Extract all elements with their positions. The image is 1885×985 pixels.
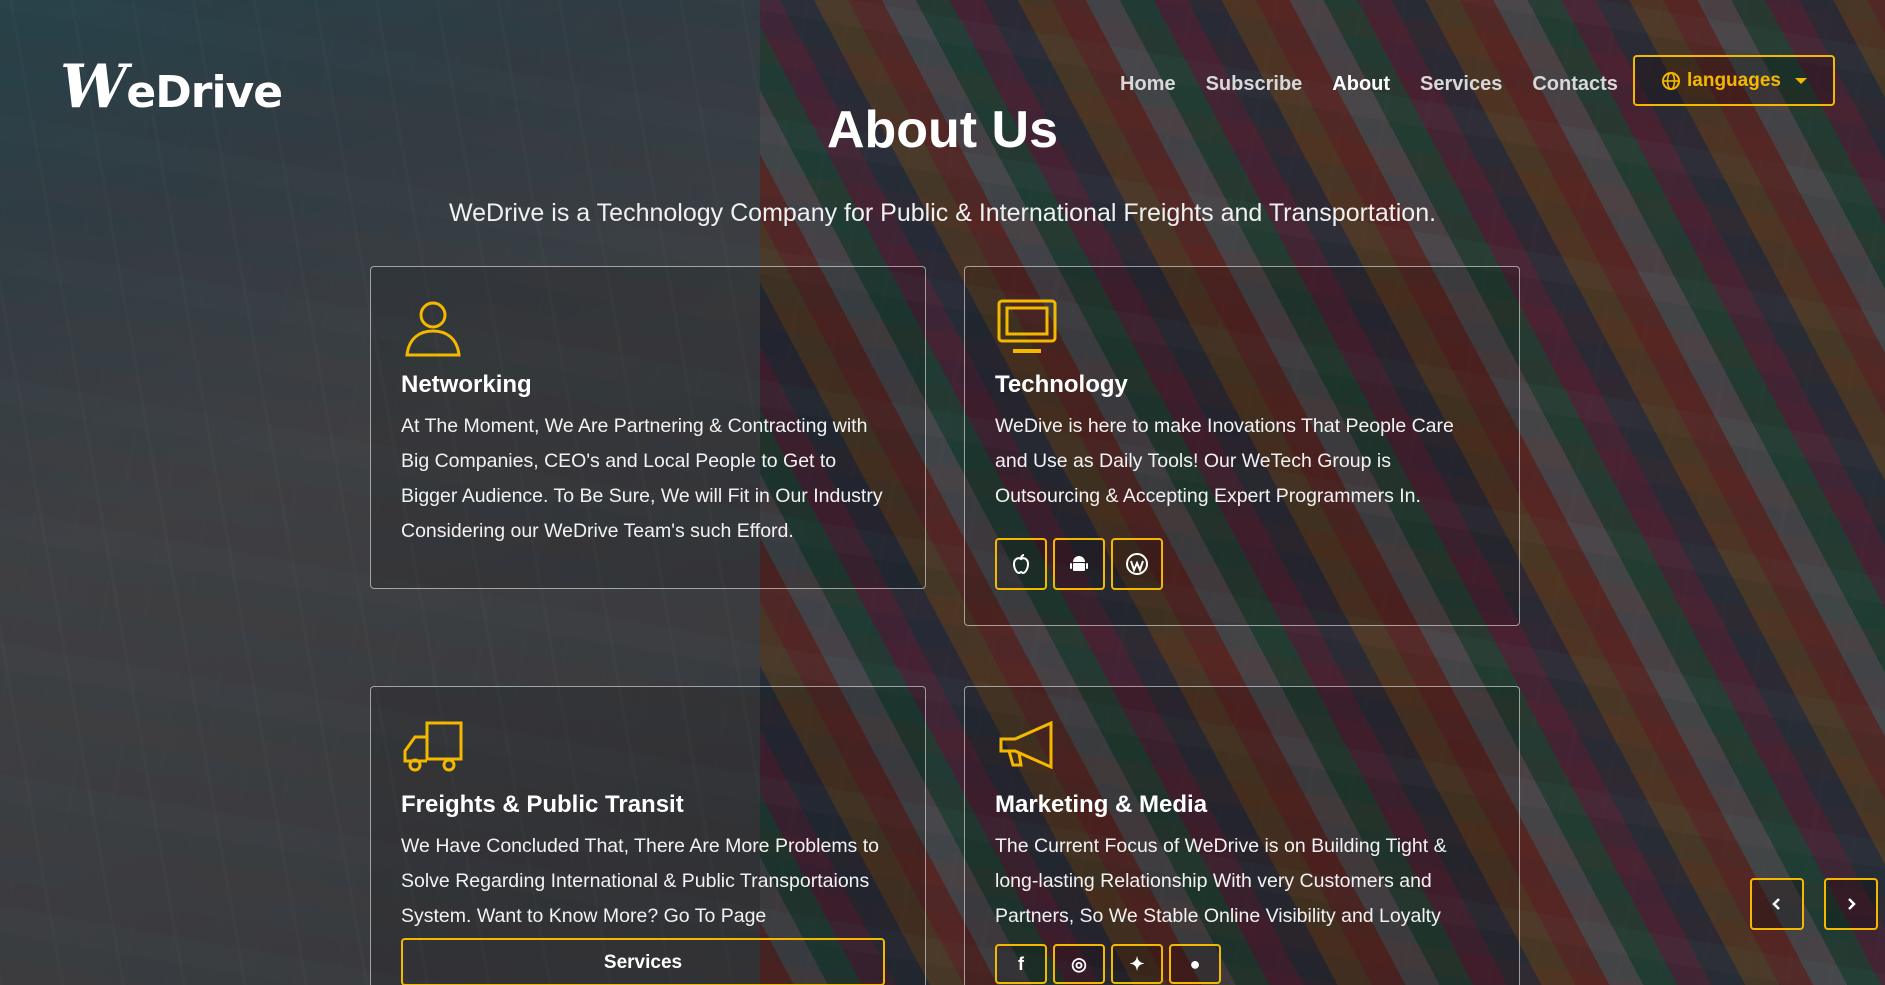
nav-contacts[interactable]: Contacts (1532, 73, 1618, 96)
card-title: Technology (995, 371, 1128, 398)
chevron-right-icon (1848, 898, 1856, 910)
card-technology: Technology WeDive is here to make Inovat… (964, 266, 1520, 626)
person-icon (405, 301, 461, 357)
card-marketing: Marketing & Media The Current Focus of W… (964, 686, 1520, 985)
megaphone-icon (999, 720, 1053, 770)
facebook-icon: f (1018, 954, 1024, 974)
services-button[interactable]: Services (401, 938, 885, 985)
apple-icon (1012, 554, 1030, 575)
nav-subscribe[interactable]: Subscribe (1206, 73, 1303, 96)
nav-services[interactable]: Services (1420, 73, 1502, 96)
card-text: We Have Concluded That, There Are More P… (401, 835, 879, 927)
instagram-icon: ◎ (1071, 954, 1087, 974)
wordpress-icon (1126, 553, 1148, 575)
card-networking: Networking At The Moment, We Are Partner… (370, 266, 926, 589)
card-title: Marketing & Media (995, 791, 1208, 818)
card-title: Freights & Public Transit (401, 791, 684, 818)
card-text: WeDive is here to make Inovations That P… (995, 415, 1454, 507)
twitter-icon: ✦ (1129, 954, 1145, 974)
card-text: At The Moment, We Are Partnering & Contr… (401, 415, 883, 542)
card-text: The Current Focus of WeDrive is on Build… (995, 835, 1447, 927)
page-title: About Us (826, 101, 1059, 159)
languages-label: languages (1687, 69, 1781, 91)
android-icon (1070, 556, 1088, 571)
carousel-prev-button[interactable] (1750, 878, 1804, 930)
nav-about[interactable]: About (1332, 73, 1390, 96)
app-buttons (995, 538, 1489, 590)
facebook-button[interactable]: f (995, 944, 1047, 984)
nav-home[interactable]: Home (1120, 73, 1176, 96)
instagram-button[interactable]: ◎ (1053, 944, 1105, 984)
chevron-left-icon (1772, 898, 1780, 910)
main-nav: Home Subscribe About Services Contacts (1120, 73, 1618, 96)
wordpress-button[interactable] (1111, 538, 1163, 590)
globe-icon (1662, 71, 1680, 90)
truck-icon (403, 721, 463, 772)
carousel-next-button[interactable] (1824, 878, 1878, 930)
card-title: Networking (401, 371, 532, 398)
apple-button[interactable] (995, 538, 1047, 590)
chat-button[interactable]: ● (1169, 944, 1221, 984)
languages-dropdown[interactable]: languages (1633, 55, 1835, 106)
social-buttons: f ◎ ✦ ● (995, 944, 1489, 984)
monitor-icon (997, 299, 1057, 353)
twitter-button[interactable]: ✦ (1111, 944, 1163, 984)
caret-down-icon (1794, 77, 1807, 84)
chat-icon: ● (1189, 954, 1201, 974)
page-subtitle: WeDrive is a Technology Company for Publ… (448, 199, 1437, 227)
card-freights: Freights & Public Transit We Have Conclu… (370, 686, 926, 985)
android-button[interactable] (1053, 538, 1105, 590)
